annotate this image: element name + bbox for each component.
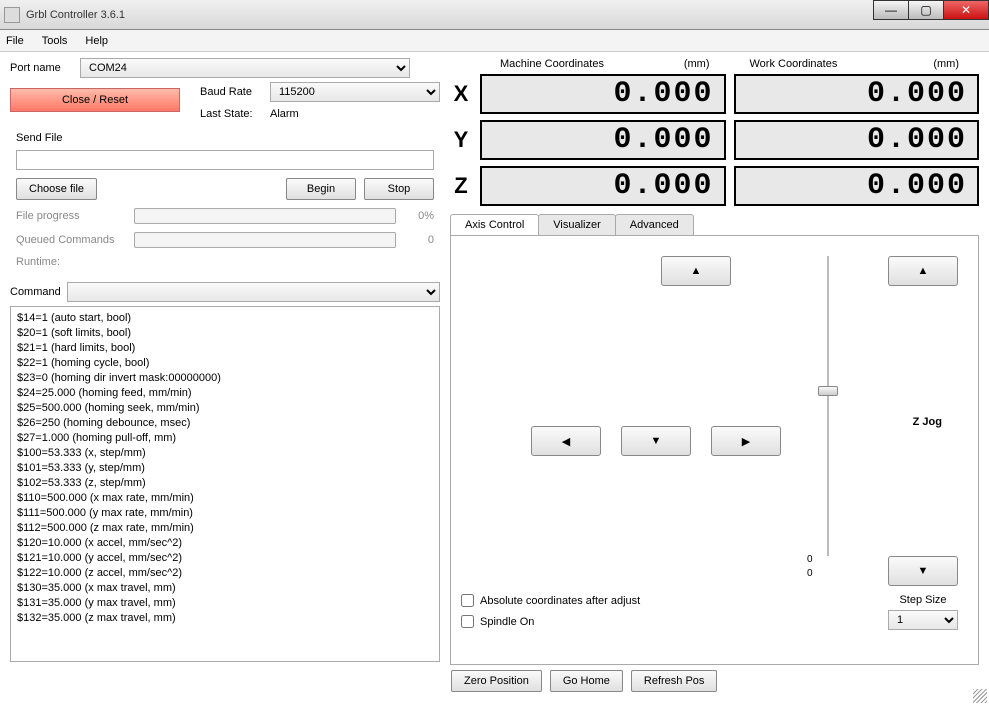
machine-z: 0.000 — [480, 166, 726, 206]
feed-slider[interactable] — [818, 256, 838, 556]
minimize-button[interactable]: — — [873, 0, 909, 20]
work-unit: (mm) — [933, 58, 959, 70]
queued-label: Queued Commands — [16, 234, 126, 246]
slider-min: 0 — [807, 554, 813, 565]
file-progress-bar — [134, 208, 396, 224]
console-line: $22=1 (homing cycle, bool) — [17, 356, 433, 371]
queued-bar — [134, 232, 396, 248]
console-line: $25=500.000 (homing seek, mm/min) — [17, 401, 433, 416]
stop-button[interactable]: Stop — [364, 178, 434, 200]
choose-file-button[interactable]: Choose file — [16, 178, 97, 200]
console-line: $26=250 (homing debounce, msec) — [17, 416, 433, 431]
console-line: $24=25.000 (homing feed, mm/min) — [17, 386, 433, 401]
last-state-label: Last State: — [200, 108, 270, 120]
send-file-group: Send File Choose file Begin Stop File pr… — [10, 126, 440, 274]
slider-track — [827, 256, 829, 556]
axis-x-label: X — [450, 81, 472, 107]
slider-thumb[interactable] — [818, 386, 838, 396]
menu-help[interactable]: Help — [85, 35, 108, 47]
console-line: $14=1 (auto start, bool) — [17, 311, 433, 326]
console-line: $101=53.333 (y, step/mm) — [17, 461, 433, 476]
menu-file[interactable]: File — [6, 35, 24, 47]
runtime-label: Runtime: — [16, 256, 60, 268]
console-line: $112=500.000 (z max rate, mm/min) — [17, 521, 433, 536]
jog-x-minus[interactable]: ◀ — [531, 426, 601, 456]
work-y: 0.000 — [734, 120, 980, 160]
file-progress-value: 0% — [404, 210, 434, 222]
machine-y: 0.000 — [480, 120, 726, 160]
titlebar: Grbl Controller 3.6.1 — ▢ ✕ — [0, 0, 989, 30]
menu-tools[interactable]: Tools — [42, 35, 68, 47]
jog-y-minus[interactable]: ▼ — [621, 426, 691, 456]
port-select[interactable]: COM24 — [80, 58, 410, 78]
console-line: $100=53.333 (x, step/mm) — [17, 446, 433, 461]
begin-button[interactable]: Begin — [286, 178, 356, 200]
console-line: $20=1 (soft limits, bool) — [17, 326, 433, 341]
triangle-left-icon: ◀ — [562, 435, 570, 448]
console-line: $130=35.000 (x max travel, mm) — [17, 581, 433, 596]
maximize-button[interactable]: ▢ — [908, 0, 944, 20]
machine-x: 0.000 — [480, 74, 726, 114]
work-coords-label: Work Coordinates — [750, 58, 838, 70]
port-label: Port name — [10, 62, 80, 74]
work-x: 0.000 — [734, 74, 980, 114]
work-z: 0.000 — [734, 166, 980, 206]
close-button[interactable]: ✕ — [943, 0, 989, 20]
console-line: $121=10.000 (y accel, mm/sec^2) — [17, 551, 433, 566]
step-size-select[interactable]: 1 — [888, 610, 958, 630]
tab-axis-control[interactable]: Axis Control — [450, 214, 539, 235]
abs-coords-check[interactable]: Absolute coordinates after adjust — [461, 594, 640, 607]
file-path-input[interactable] — [16, 150, 434, 170]
command-label: Command — [10, 286, 61, 298]
console-line: $131=35.000 (y max travel, mm) — [17, 596, 433, 611]
resize-grip[interactable] — [973, 689, 987, 703]
console-line: $132=35.000 (z max travel, mm) — [17, 611, 433, 626]
file-progress-label: File progress — [16, 210, 126, 222]
axis-y-label: Y — [450, 127, 472, 153]
z-jog-label: Z Jog — [913, 416, 942, 428]
baud-label: Baud Rate — [200, 86, 270, 98]
console-line: $111=500.000 (y max rate, mm/min) — [17, 506, 433, 521]
tab-advanced[interactable]: Advanced — [615, 214, 694, 235]
axis-z-label: Z — [450, 173, 472, 199]
console-line: $120=10.000 (x accel, mm/sec^2) — [17, 536, 433, 551]
close-reset-button[interactable]: Close / Reset — [10, 88, 180, 112]
console-output[interactable]: $14=1 (auto start, bool)$20=1 (soft limi… — [10, 306, 440, 662]
machine-unit: (mm) — [684, 58, 710, 70]
triangle-up-icon: ▲ — [691, 265, 702, 277]
console-line: $21=1 (hard limits, bool) — [17, 341, 433, 356]
app-icon — [4, 7, 20, 23]
command-input[interactable] — [67, 282, 440, 302]
menubar: File Tools Help — [0, 30, 989, 52]
triangle-right-icon: ▶ — [742, 435, 750, 448]
console-line: $110=500.000 (x max rate, mm/min) — [17, 491, 433, 506]
baud-select[interactable]: 115200 — [270, 82, 440, 102]
triangle-down-icon: ▼ — [651, 435, 662, 447]
window-title: Grbl Controller 3.6.1 — [26, 9, 125, 21]
console-line: $27=1.000 (homing pull-off, mm) — [17, 431, 433, 446]
go-home-button[interactable]: Go Home — [550, 670, 623, 692]
tab-visualizer[interactable]: Visualizer — [538, 214, 616, 235]
console-line: $23=0 (homing dir invert mask:00000000) — [17, 371, 433, 386]
jog-x-plus[interactable]: ▶ — [711, 426, 781, 456]
queued-value: 0 — [404, 234, 434, 246]
console-line: $102=53.333 (z, step/mm) — [17, 476, 433, 491]
console-line: $122=10.000 (z accel, mm/sec^2) — [17, 566, 433, 581]
triangle-down-icon: ▼ — [918, 565, 929, 577]
slider-value: 0 — [807, 568, 813, 579]
machine-coords-label: Machine Coordinates — [500, 58, 604, 70]
refresh-pos-button[interactable]: Refresh Pos — [631, 670, 718, 692]
jog-z-minus[interactable]: ▼ — [888, 556, 958, 586]
triangle-up-icon: ▲ — [918, 265, 929, 277]
spindle-checkbox[interactable] — [461, 615, 474, 628]
jog-z-plus[interactable]: ▲ — [888, 256, 958, 286]
abs-coords-checkbox[interactable] — [461, 594, 474, 607]
spindle-check[interactable]: Spindle On — [461, 615, 640, 628]
send-file-label: Send File — [16, 132, 434, 144]
step-size-label: Step Size — [888, 594, 958, 606]
jog-y-plus[interactable]: ▲ — [661, 256, 731, 286]
zero-position-button[interactable]: Zero Position — [451, 670, 542, 692]
last-state-value: Alarm — [270, 108, 299, 120]
tab-body: ▲ ◀ ▼ ▶ 0 0 ▲ Z Jog ▼ Absolute coordinat… — [450, 235, 979, 665]
